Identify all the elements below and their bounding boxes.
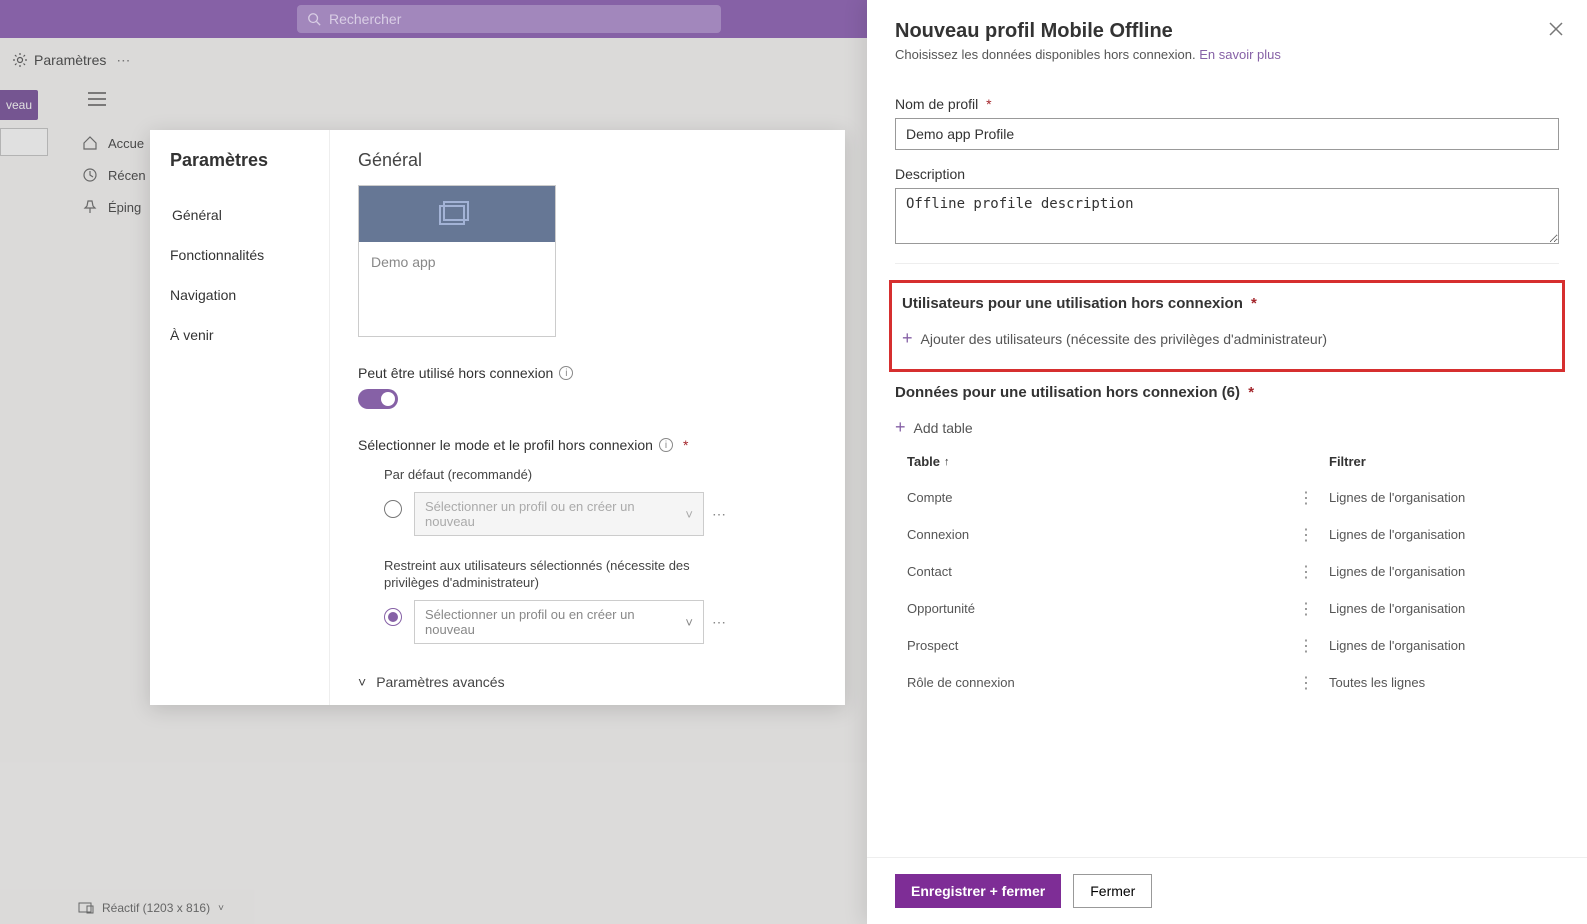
profile-select-default: Sélectionner un profil ou en créer un no… <box>414 492 704 536</box>
plus-icon: + <box>895 417 906 438</box>
table-header: Table ↑ Filtrer <box>895 444 1559 479</box>
chevron-down-icon: ˅ <box>358 674 366 690</box>
tab-features[interactable]: Fonctionnalités <box>150 235 329 275</box>
advanced-settings-toggle[interactable]: ˅ Paramètres avancés <box>358 674 817 690</box>
cell-table: Compte <box>907 490 1329 505</box>
chevron-down-icon: ˅ <box>685 615 693 630</box>
search-input[interactable]: Rechercher <box>297 5 721 33</box>
settings-sidebar: Paramètres Général Fonctionnalités Navig… <box>150 130 330 705</box>
offline-usage-label: Peut être utilisé hors connexion i <box>358 365 817 381</box>
save-close-button[interactable]: Enregistrer + fermer <box>895 874 1061 908</box>
required-indicator: * <box>683 437 688 453</box>
row-more-button[interactable]: ⋮ <box>1298 525 1314 545</box>
description-label: Description <box>895 166 1559 182</box>
viewport-size[interactable]: Réactif (1203 x 816) <box>102 901 210 915</box>
chevron-down-icon: ˅ <box>685 507 693 522</box>
close-button[interactable] <box>1549 22 1563 39</box>
table-row[interactable]: Rôle de connexion⋮ Toutes les lignes <box>895 664 1559 701</box>
settings-title: Paramètres <box>150 150 329 195</box>
section-heading: Général <box>358 150 817 171</box>
responsive-icon <box>78 902 94 914</box>
more-options[interactable]: ⋯ <box>712 506 727 523</box>
cell-table: Contact <box>907 564 1329 579</box>
cell-filter: Lignes de l'organisation <box>1329 490 1559 505</box>
users-section-title: Utilisateurs pour une utilisation hors c… <box>902 295 1552 312</box>
option-restricted: Restreint aux utilisateurs sélectionnés … <box>384 558 817 644</box>
chevron-down-icon[interactable]: ˅ <box>218 903 224 914</box>
search-placeholder: Rechercher <box>329 11 401 27</box>
row-more-button[interactable]: ⋮ <box>1298 599 1314 619</box>
table-row[interactable]: Contact⋮ Lignes de l'organisation <box>895 553 1559 590</box>
tab-upcoming[interactable]: À venir <box>150 315 329 355</box>
close-icon <box>1549 22 1563 36</box>
cell-filter: Lignes de l'organisation <box>1329 564 1559 579</box>
profile-name-input[interactable] <box>895 118 1559 150</box>
panel-footer: Enregistrer + fermer Fermer <box>867 857 1587 924</box>
plus-icon: + <box>902 328 913 349</box>
panel-header: Nouveau profil Mobile Offline Choisissez… <box>867 0 1587 70</box>
info-icon[interactable]: i <box>659 438 673 452</box>
offline-toggle[interactable] <box>358 389 398 409</box>
table-row[interactable]: Compte⋮ Lignes de l'organisation <box>895 479 1559 516</box>
option-default: Par défaut (recommandé) Sélectionner un … <box>384 467 817 536</box>
data-section-title: Données pour une utilisation hors connex… <box>895 384 1559 401</box>
close-button-footer[interactable]: Fermer <box>1073 874 1152 908</box>
app-card-icon <box>438 200 476 228</box>
cell-filter: Toutes les lignes <box>1329 675 1559 690</box>
divider <box>895 263 1559 264</box>
app-card-name: Demo app <box>359 242 555 336</box>
row-more-button[interactable]: ⋮ <box>1298 488 1314 508</box>
app-card[interactable]: Demo app <box>358 185 556 337</box>
tab-general[interactable]: Général <box>150 195 329 235</box>
settings-content: Général Demo app Peut être utilisé hors … <box>330 130 845 705</box>
search-icon <box>307 12 321 26</box>
cell-table: Rôle de connexion <box>907 675 1329 690</box>
radio-default[interactable] <box>384 500 402 518</box>
name-label: Nom de profil * <box>895 96 1559 112</box>
row-more-button[interactable]: ⋮ <box>1298 562 1314 582</box>
cell-table: Prospect <box>907 638 1329 653</box>
row-more-button[interactable]: ⋮ <box>1298 673 1314 693</box>
column-table[interactable]: Table ↑ <box>907 454 1329 469</box>
row-more-button[interactable]: ⋮ <box>1298 636 1314 656</box>
sort-up-icon: ↑ <box>944 456 950 468</box>
cell-filter: Lignes de l'organisation <box>1329 638 1559 653</box>
app-card-image <box>359 186 555 242</box>
users-section-highlighted: Utilisateurs pour une utilisation hors c… <box>889 280 1565 372</box>
offline-profile-panel: Nouveau profil Mobile Offline Choisissez… <box>867 0 1587 924</box>
profile-description-input[interactable] <box>895 188 1559 244</box>
table-row[interactable]: Prospect⋮ Lignes de l'organisation <box>895 627 1559 664</box>
mode-label: Sélectionner le mode et le profil hors c… <box>358 437 817 453</box>
panel-body: Nom de profil * Description Utilisateurs… <box>867 70 1587 857</box>
table-row[interactable]: Connexion⋮ Lignes de l'organisation <box>895 516 1559 553</box>
cell-table: Opportunité <box>907 601 1329 616</box>
cell-filter: Lignes de l'organisation <box>1329 527 1559 542</box>
table-row[interactable]: Opportunité⋮ Lignes de l'organisation <box>895 590 1559 627</box>
learn-more-link[interactable]: En savoir plus <box>1199 47 1281 62</box>
radio-restricted[interactable] <box>384 608 402 626</box>
cell-table: Connexion <box>907 527 1329 542</box>
add-table-button[interactable]: + Add table <box>895 411 1559 444</box>
column-filter[interactable]: Filtrer <box>1329 454 1559 469</box>
profile-select-restricted[interactable]: Sélectionner un profil ou en créer un no… <box>414 600 704 644</box>
info-icon[interactable]: i <box>559 366 573 380</box>
more-options[interactable]: ⋯ <box>712 614 727 631</box>
settings-panel: Paramètres Général Fonctionnalités Navig… <box>150 130 845 705</box>
panel-subtitle: Choisissez les données disponibles hors … <box>895 47 1559 62</box>
cell-filter: Lignes de l'organisation <box>1329 601 1559 616</box>
tab-navigation[interactable]: Navigation <box>150 275 329 315</box>
panel-title: Nouveau profil Mobile Offline <box>895 20 1559 43</box>
add-users-button[interactable]: + Ajouter des utilisateurs (nécessite de… <box>902 322 1552 355</box>
